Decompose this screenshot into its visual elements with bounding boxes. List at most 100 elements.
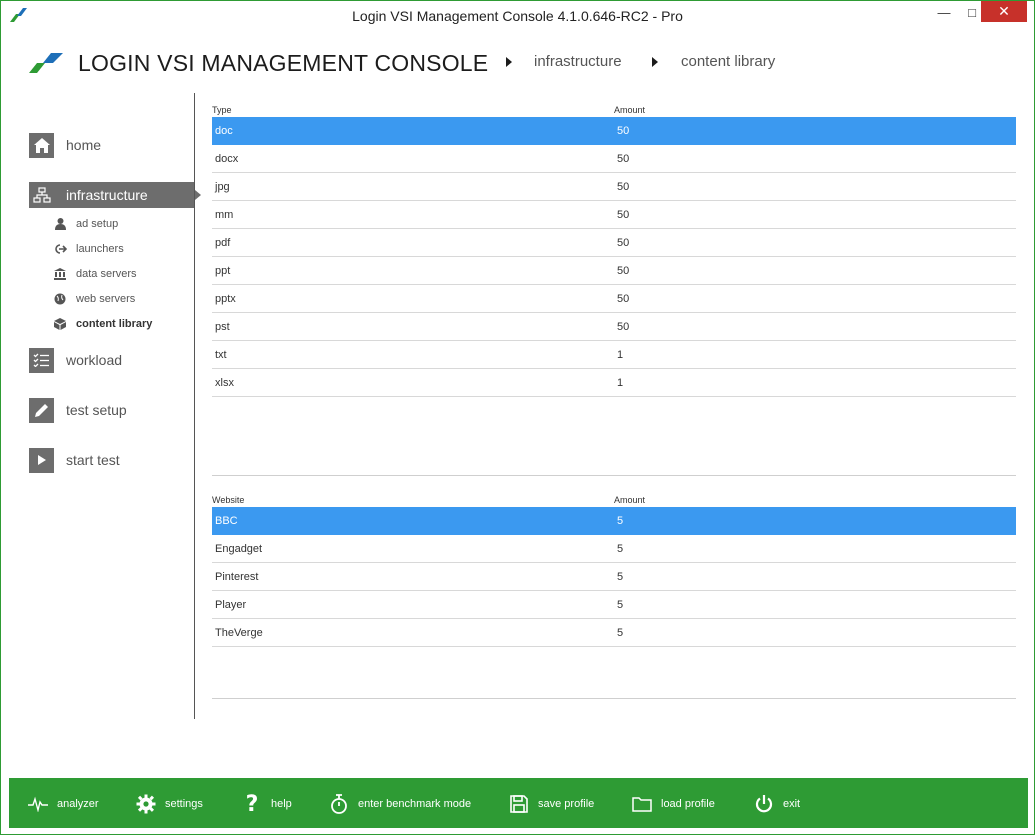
subnav-data-servers-label: data servers — [76, 268, 137, 280]
subnav-launchers[interactable]: launchers — [53, 240, 124, 258]
floppy-icon — [508, 793, 530, 815]
brand-logo-icon — [29, 53, 63, 73]
nav-infrastructure[interactable]: infrastructure — [29, 182, 201, 208]
pulse-icon — [27, 793, 49, 815]
app-window: Login VSI Management Console 4.1.0.646-R… — [0, 0, 1035, 835]
table-row[interactable]: jpg 50 — [212, 173, 1016, 201]
subnav-content-library-label: content library — [76, 318, 153, 330]
table-row[interactable]: pst 50 — [212, 313, 1016, 341]
cell-amount: 1 — [617, 349, 624, 361]
close-button[interactable]: ✕ — [981, 1, 1027, 22]
cell-type: pptx — [215, 293, 236, 305]
nav-workload[interactable]: workload — [29, 347, 195, 373]
breadcrumb-content-library[interactable]: content library — [681, 53, 775, 70]
table-row[interactable]: Player 5 — [212, 591, 1016, 619]
nav-home-label: home — [66, 137, 102, 153]
column-header-website[interactable]: Website — [212, 495, 244, 505]
app-header: LOGIN VSI MANAGEMENT CONSOLE infrastruct… — [1, 31, 1034, 95]
save-profile-button[interactable]: save profile — [508, 792, 594, 816]
settings-label: settings — [165, 798, 203, 810]
nav-start-test[interactable]: start test — [29, 447, 195, 473]
load-profile-button[interactable]: load profile — [631, 792, 715, 816]
analyzer-button[interactable]: analyzer — [27, 792, 99, 816]
breadcrumb-infrastructure[interactable]: infrastructure — [534, 53, 622, 70]
nav-infrastructure-label: infrastructure — [66, 187, 148, 203]
box-icon — [53, 317, 67, 331]
breadcrumb-arrow-icon — [652, 57, 658, 67]
file-types-table: Type Amount doc 50 docx 50 jpg 50 mm 50 pdf 5… — [212, 105, 1016, 397]
cell-type: docx — [215, 153, 239, 165]
subnav-web-servers[interactable]: web servers — [53, 290, 135, 308]
table-end-divider — [212, 698, 1016, 699]
breadcrumb-arrow-icon — [506, 57, 512, 67]
play-icon — [29, 447, 54, 473]
benchmark-mode-button[interactable]: enter benchmark mode — [328, 792, 471, 816]
cell-amount: 50 — [617, 125, 630, 137]
cell-website: BBC — [215, 515, 238, 527]
subnav-content-library[interactable]: content library — [53, 315, 152, 333]
question-icon: ? — [245, 791, 259, 817]
sidebar-divider — [194, 93, 195, 719]
websites-table: Website Amount BBC 5 Engadget 5 Pinterest 5… — [212, 495, 1016, 647]
table-row[interactable]: Pinterest 5 — [212, 563, 1016, 591]
cell-website: Pinterest — [215, 571, 259, 583]
cell-amount: 50 — [617, 237, 630, 249]
cell-amount: 50 — [617, 265, 630, 277]
exit-button[interactable]: exit — [753, 792, 800, 816]
user-icon — [53, 217, 67, 231]
table-row[interactable]: pptx 50 — [212, 285, 1016, 313]
help-button[interactable]: ? help — [241, 791, 292, 817]
table-row[interactable]: pdf 50 — [212, 229, 1016, 257]
table-row[interactable]: Engadget 5 — [212, 535, 1016, 563]
bank-icon — [53, 267, 67, 281]
nav-home[interactable]: home — [29, 132, 195, 158]
table-row[interactable]: txt 1 — [212, 341, 1016, 369]
table-row[interactable]: ppt 50 — [212, 257, 1016, 285]
cell-type: mm — [215, 209, 234, 221]
cell-amount: 50 — [617, 153, 630, 165]
subnav-ad-setup-label: ad setup — [76, 218, 119, 230]
footer-toolbar: analyzer settings ? help enter benchmark… — [9, 778, 1028, 828]
table-row[interactable]: mm 50 — [212, 201, 1016, 229]
cell-amount: 1 — [617, 377, 624, 389]
folder-icon — [631, 793, 653, 815]
cell-website: Player — [215, 599, 247, 611]
cell-amount: 50 — [617, 181, 630, 193]
launch-icon — [53, 242, 67, 256]
network-icon — [29, 182, 54, 208]
table-row[interactable]: TheVerge 5 — [212, 619, 1016, 647]
table-row[interactable]: doc 50 — [212, 117, 1016, 145]
save-profile-label: save profile — [538, 798, 595, 810]
stopwatch-icon — [328, 793, 350, 815]
load-profile-label: load profile — [661, 798, 715, 810]
exit-label: exit — [783, 798, 801, 810]
help-label: help — [271, 798, 292, 810]
cell-amount: 5 — [617, 515, 624, 527]
column-header-type[interactable]: Type — [212, 105, 232, 115]
table-row[interactable]: docx 50 — [212, 145, 1016, 173]
cell-type: pdf — [215, 237, 231, 249]
gear-icon — [135, 793, 157, 815]
subnav-data-servers[interactable]: data servers — [53, 265, 137, 283]
subnav-launchers-label: launchers — [76, 243, 124, 255]
settings-button[interactable]: settings — [135, 792, 203, 816]
cell-type: pst — [215, 321, 230, 333]
home-icon — [29, 132, 54, 158]
cell-amount: 50 — [617, 209, 630, 221]
pencil-icon — [29, 397, 54, 423]
window-title: Login VSI Management Console 4.1.0.646-R… — [352, 8, 683, 24]
table-header: Website Amount — [212, 495, 1016, 507]
nav-test-setup[interactable]: test setup — [29, 397, 195, 423]
table-row[interactable]: xlsx 1 — [212, 369, 1016, 397]
nav-start-test-label: start test — [66, 452, 120, 468]
table-end-divider — [212, 475, 1016, 476]
nav-test-setup-label: test setup — [66, 402, 127, 418]
subnav-ad-setup[interactable]: ad setup — [53, 215, 118, 233]
table-row[interactable]: BBC 5 — [212, 507, 1016, 535]
column-header-amount[interactable]: Amount — [614, 495, 645, 505]
subnav-web-servers-label: web servers — [76, 293, 136, 305]
nav-workload-label: workload — [66, 352, 123, 368]
column-header-amount[interactable]: Amount — [614, 105, 645, 115]
cell-amount: 5 — [617, 627, 624, 639]
checklist-icon — [29, 347, 54, 373]
